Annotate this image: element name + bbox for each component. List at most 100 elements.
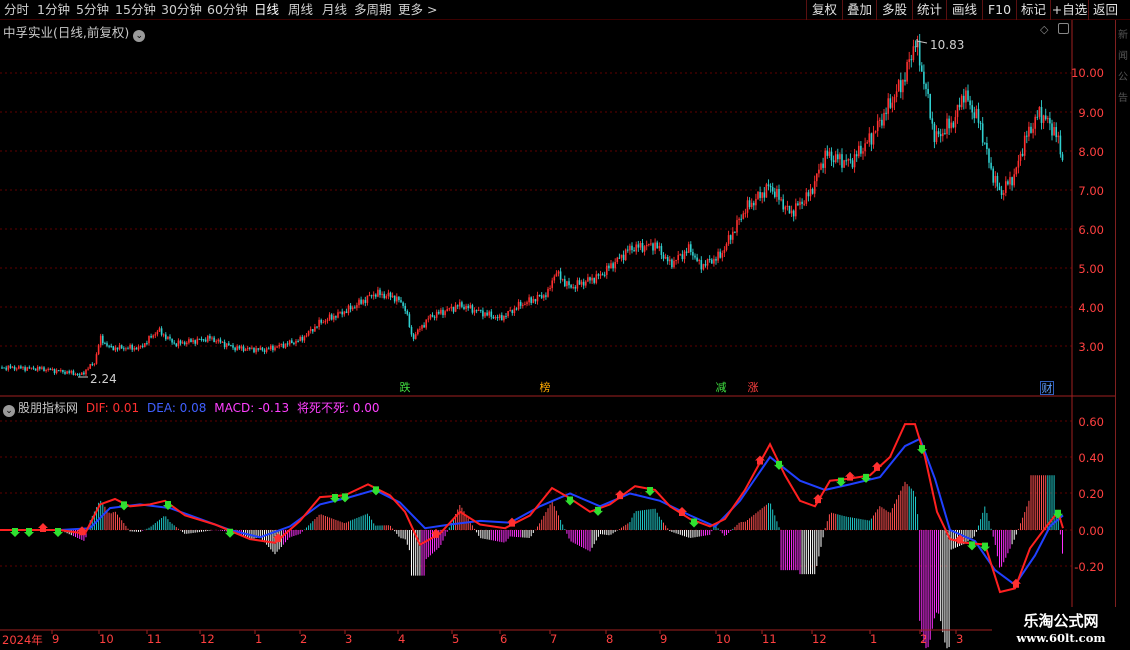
candle-body [774, 191, 776, 197]
indicator-tick: 0.20 [1078, 487, 1104, 501]
candle-body [488, 311, 490, 316]
candle-body [549, 287, 551, 289]
candle-body [234, 347, 236, 351]
candle-body [207, 335, 209, 342]
candle-body [438, 311, 440, 314]
panel-toggle-icon[interactable] [1058, 23, 1069, 34]
candle-body [1000, 190, 1003, 195]
event-tag[interactable]: 跌 [398, 381, 412, 395]
candle-body [935, 131, 938, 143]
candle-body [496, 317, 499, 319]
candle-body [1032, 128, 1034, 133]
indicator-legend[interactable]: ⌄ 股朋指标网 DIF: 0.01 DEA: 0.08 MACD: -0.13 将… [3, 399, 380, 417]
candle-body [494, 317, 497, 319]
candle-body [442, 309, 444, 316]
chevron-down-icon[interactable]: ⌄ [3, 405, 15, 417]
candle-body [841, 154, 843, 168]
event-tag[interactable]: 减 [714, 381, 728, 395]
candle-body [244, 349, 247, 351]
diamond-icon[interactable]: ◇ [1040, 23, 1048, 36]
candle-body [179, 340, 182, 344]
candle-body [912, 46, 915, 61]
candle-body [62, 370, 64, 372]
price-tick: 9.00 [1078, 106, 1104, 120]
candle-body [173, 342, 175, 344]
candle-body [881, 119, 883, 126]
candle-body [704, 264, 707, 266]
candle-body [1053, 127, 1055, 136]
side-strip-label: 新 [1118, 30, 1128, 41]
candle-body [347, 305, 350, 314]
candle-body [349, 305, 352, 310]
candle-body [952, 122, 955, 128]
candle-body [330, 314, 333, 320]
candle-body [559, 271, 562, 280]
candle-body [809, 189, 812, 197]
candle-body [975, 108, 978, 119]
candle-body [368, 295, 371, 297]
candle-body [1011, 177, 1013, 186]
candle-body [522, 304, 524, 306]
candle-body [1013, 174, 1015, 186]
candle-body [461, 302, 463, 307]
candle-body [759, 191, 761, 198]
candle-body [393, 295, 396, 302]
chart-frame [0, 20, 1115, 634]
up-arrow-icon [615, 490, 625, 500]
candle-body [13, 366, 16, 370]
candle-body [620, 254, 623, 258]
candle-body [597, 274, 600, 276]
candle-body [280, 343, 283, 345]
candle-body [633, 250, 635, 252]
candle-body [700, 260, 703, 270]
candle-body [507, 311, 509, 317]
candle-body [406, 310, 409, 315]
side-info-strip[interactable]: 新 闻 公 告 [1115, 20, 1130, 630]
date-tick: 7 [550, 632, 558, 646]
candle-body [973, 112, 976, 119]
event-tag[interactable]: 榜 [538, 381, 552, 395]
candle-body [580, 281, 583, 285]
candle-body [671, 259, 673, 268]
candle-body [696, 257, 698, 261]
candle-body [307, 331, 310, 336]
event-tag[interactable]: 涨 [746, 381, 760, 395]
candle-body [53, 369, 56, 374]
candle-body [933, 123, 936, 143]
candle-body [448, 308, 451, 310]
candle-body [843, 160, 845, 168]
candle-body [893, 97, 896, 103]
candle-body [398, 296, 400, 301]
candle-body [18, 366, 20, 369]
candle-body [1019, 153, 1022, 161]
chevron-down-icon[interactable]: ⌄ [133, 30, 146, 42]
price-tick: 6.00 [1078, 223, 1104, 237]
candle-body [328, 314, 331, 320]
candle-body [36, 366, 39, 371]
candle-body [1047, 118, 1049, 120]
candle-body [1015, 167, 1018, 175]
kline-chart[interactable] [0, 0, 1130, 650]
candle-body [480, 309, 482, 311]
candle-body [482, 310, 484, 317]
candle-body [1023, 135, 1026, 156]
event-tag[interactable]: 财 [1040, 381, 1054, 395]
candle-body [578, 280, 581, 285]
candle-body [776, 189, 778, 197]
candle-body [282, 343, 285, 348]
main-chart-title[interactable]: 中孚实业(日线,前复权) ⌄ [3, 22, 146, 42]
candle-body [627, 249, 629, 251]
date-tick: 6 [500, 632, 508, 646]
candle-body [505, 315, 507, 317]
candle-body [32, 367, 35, 369]
candle-body [312, 329, 314, 332]
date-tick: 11 [147, 632, 162, 646]
candle-body [515, 308, 518, 310]
date-tick: 10 [99, 632, 114, 646]
candle-body [845, 160, 847, 162]
candle-body [805, 192, 808, 204]
candle-body [5, 367, 7, 370]
candle-body [784, 206, 787, 210]
candle-body [91, 364, 94, 366]
candle-body [509, 310, 511, 312]
